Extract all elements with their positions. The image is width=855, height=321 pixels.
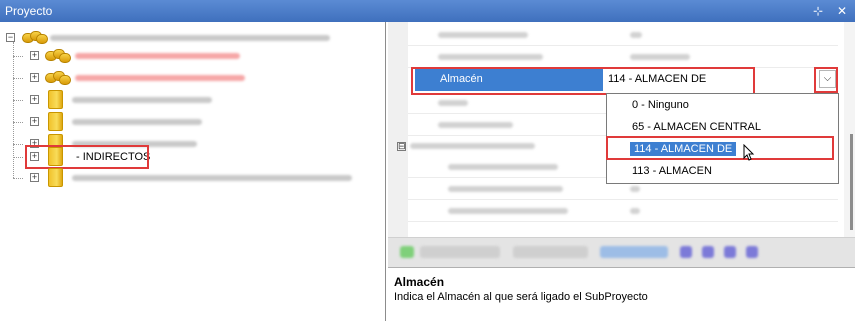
expand-icon[interactable]: + [30,51,39,60]
tree-node[interactable]: + [0,68,386,88]
property-row[interactable] [408,46,838,68]
redacted-property [438,122,513,128]
tree-node[interactable]: + [0,112,386,132]
expand-icon[interactable]: + [30,117,39,126]
property-toolbar [388,237,855,267]
redacted-property [448,186,563,192]
redacted-tool[interactable] [702,246,714,258]
redacted-tool[interactable] [600,246,668,258]
collapse-icon[interactable]: − [6,33,15,42]
tree-node[interactable]: + [0,168,386,188]
project-stack-icon [22,29,48,47]
expand-icon[interactable]: + [30,173,39,182]
redacted-label [72,175,352,181]
redacted-property [438,100,468,106]
redacted-tool[interactable] [420,246,500,258]
redacted-property [438,54,543,60]
redacted-tool[interactable] [724,246,736,258]
dropdown-option-label: 113 - ALMACEN [632,165,712,177]
description-panel: Almacén Indica el Almacén al que será li… [388,267,855,321]
tree-node[interactable]: + [0,90,386,110]
folder-icon [48,112,63,131]
dropdown-option[interactable]: 0 - Ninguno [607,95,838,117]
redacted-property [448,208,568,214]
highlight-box [606,136,834,160]
mouse-cursor-icon [743,144,755,161]
window-titlebar: Proyecto ⊹ ✕ [0,0,855,22]
property-row[interactable] [408,200,838,222]
redacted-value [630,32,642,38]
redacted-tool[interactable] [513,246,588,258]
redacted-category [410,143,535,149]
highlight-box [25,145,149,169]
property-scrollbar[interactable] [844,22,855,267]
redacted-value [630,208,640,214]
tree-root-node[interactable]: − [0,28,386,48]
redacted-label [50,35,330,41]
redacted-label [75,53,240,59]
expand-icon[interactable]: + [30,95,39,104]
stack-icon [45,47,71,65]
description-text: Indica el Almacén al que será ligado el … [394,291,648,303]
pin-icon[interactable]: ⊹ [810,3,826,19]
property-row[interactable] [408,24,838,46]
expand-icon[interactable]: + [30,73,39,82]
category-collapse-icon[interactable]: ⊟ [397,142,406,151]
dropdown-option[interactable]: 113 - ALMACEN [607,161,838,183]
window-title: Proyecto [5,4,53,18]
folder-icon [48,90,63,109]
redacted-property [438,32,528,38]
dropdown-option-label: 0 - Ninguno [632,99,689,111]
redacted-label [72,119,202,125]
redacted-property [448,164,558,170]
stack-icon [45,69,71,87]
project-tree: − + + + + + + - INDIRECTOS + [0,22,386,321]
dropdown-option-label: 65 - ALMACEN CENTRAL [632,121,761,133]
redacted-tool[interactable] [680,246,692,258]
redacted-tool[interactable] [400,246,414,258]
redacted-label [72,97,212,103]
redacted-label [75,75,245,81]
close-icon[interactable]: ✕ [834,3,850,19]
tree-node[interactable]: + [0,46,386,66]
redacted-tool[interactable] [746,246,758,258]
description-title: Almacén [394,275,445,289]
redacted-value [630,186,640,192]
highlight-box [814,67,838,93]
folder-icon [48,168,63,187]
redacted-value [630,54,690,60]
scrollbar-thumb[interactable] [850,134,853,230]
highlight-box [411,67,755,95]
